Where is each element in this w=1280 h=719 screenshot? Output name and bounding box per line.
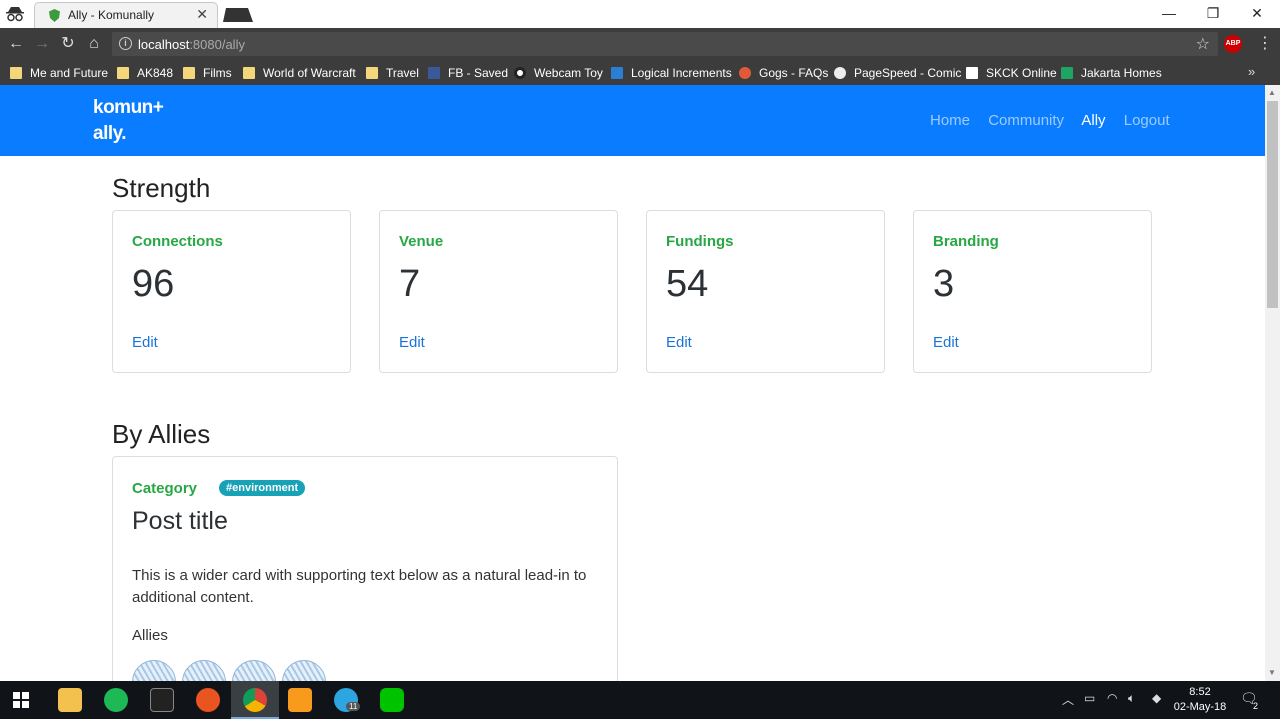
stat-value: 7 bbox=[399, 263, 421, 305]
bookmark-item[interactable]: Gogs - FAQs bbox=[739, 65, 828, 81]
stat-value: 3 bbox=[933, 263, 955, 305]
notification-count: 2 bbox=[1253, 701, 1259, 711]
bookmark-item[interactable]: Travel bbox=[366, 65, 419, 81]
stat-card-branding: Branding 3 Edit bbox=[913, 210, 1152, 373]
browser-tab-strip: Ally - Komunally ✕ — ❐ ✕ bbox=[0, 0, 1280, 28]
edit-link[interactable]: Edit bbox=[132, 334, 158, 351]
site-navbar: komun+ ally. Home Community Ally Logout bbox=[0, 85, 1265, 156]
stat-value: 54 bbox=[666, 263, 709, 305]
bookmark-item[interactable]: SKCK Online bbox=[966, 65, 1057, 81]
bookmark-item[interactable]: World of Warcraft bbox=[243, 65, 356, 81]
page-icon bbox=[966, 67, 978, 79]
scroll-down-icon[interactable]: ▼ bbox=[1268, 668, 1276, 677]
stat-card-fundings: Fundings 54 Edit bbox=[646, 210, 885, 373]
info-icon[interactable]: i bbox=[119, 37, 132, 50]
folder-icon bbox=[183, 67, 195, 79]
pagespeed-icon bbox=[834, 67, 846, 79]
folder-icon bbox=[10, 67, 22, 79]
nav-community[interactable]: Community bbox=[988, 112, 1064, 129]
edit-link[interactable]: Edit bbox=[666, 334, 692, 351]
spotify-icon[interactable] bbox=[104, 688, 128, 712]
bookmark-item[interactable]: PageSpeed - Comic bbox=[834, 65, 961, 81]
tab-title: Ally - Komunally bbox=[68, 8, 155, 22]
menu-kebab-icon[interactable]: ⋮ bbox=[1257, 33, 1273, 53]
file-explorer-icon[interactable] bbox=[58, 688, 82, 712]
scrollbar-thumb[interactable] bbox=[1267, 101, 1278, 308]
scroll-up-icon[interactable]: ▲ bbox=[1268, 88, 1276, 97]
post-tag-badge[interactable]: #environment bbox=[219, 480, 306, 496]
tab-ally-komunally[interactable]: Ally - Komunally ✕ bbox=[34, 2, 218, 28]
sheets-icon bbox=[1061, 67, 1073, 79]
strength-heading: Strength bbox=[112, 173, 211, 203]
browser-toolbar: ← → ↻ ⌂ i localhost:8080/ally ☆ ABP ⋮ bbox=[0, 28, 1280, 60]
gogs-icon bbox=[739, 67, 751, 79]
bookmark-star-icon[interactable]: ☆ bbox=[1196, 34, 1210, 54]
back-icon[interactable]: ← bbox=[6, 34, 26, 54]
post-title: Post title bbox=[132, 507, 228, 535]
sublime-text-icon[interactable] bbox=[288, 688, 312, 712]
bookmark-item[interactable]: Jakarta Homes bbox=[1061, 65, 1162, 81]
home-icon[interactable]: ⌂ bbox=[84, 34, 104, 54]
restore-icon[interactable]: ❐ bbox=[1190, 2, 1236, 24]
edit-link[interactable]: Edit bbox=[933, 334, 959, 351]
folder-icon bbox=[366, 67, 378, 79]
nav-ally[interactable]: Ally bbox=[1081, 112, 1105, 129]
incognito-icon bbox=[6, 7, 24, 22]
close-window-icon[interactable]: ✕ bbox=[1234, 2, 1280, 24]
minimize-icon[interactable]: — bbox=[1146, 2, 1192, 24]
battery-icon[interactable]: ▭ bbox=[1084, 691, 1095, 705]
edit-link[interactable]: Edit bbox=[399, 334, 425, 351]
url-text[interactable]: localhost:8080/ally bbox=[138, 37, 245, 52]
forward-icon[interactable]: → bbox=[32, 34, 52, 54]
facebook-icon bbox=[428, 67, 440, 79]
bookmark-item[interactable]: Webcam Toy bbox=[514, 65, 603, 81]
stat-label: Venue bbox=[399, 233, 444, 250]
webcam-icon bbox=[514, 67, 526, 79]
taskbar-clock[interactable]: 8:52 02-May-18 bbox=[1170, 685, 1230, 715]
bookmarks-bar: Me and Future AK848 Films World of Warcr… bbox=[0, 60, 1280, 85]
by-allies-heading: By Allies bbox=[112, 419, 211, 449]
folder-icon bbox=[243, 67, 255, 79]
nav-logout[interactable]: Logout bbox=[1124, 112, 1170, 129]
post-card: Category #environment Post title This is… bbox=[112, 456, 618, 704]
stat-label: Branding bbox=[933, 233, 999, 250]
nav-links: Home Community Ally Logout bbox=[930, 112, 1184, 129]
bookmark-item[interactable]: FB - Saved bbox=[428, 65, 508, 81]
adblock-icon[interactable]: ABP bbox=[1224, 35, 1242, 53]
chart-icon bbox=[611, 67, 623, 79]
address-bar[interactable]: i localhost:8080/ally ☆ bbox=[112, 32, 1218, 56]
bookmark-item[interactable]: Logical Increments bbox=[611, 65, 732, 81]
chrome-icon[interactable] bbox=[243, 688, 267, 712]
bookmark-item[interactable]: AK848 bbox=[117, 65, 173, 81]
post-text: This is a wider card with supporting tex… bbox=[132, 567, 587, 606]
ubuntu-icon[interactable] bbox=[196, 688, 220, 712]
allies-label: Allies bbox=[132, 627, 168, 644]
taskbar: 11 ︿ ▭ ◠ 🔈︎ ◆ 8:52 02-May-18 🗨︎ 2 bbox=[0, 681, 1280, 719]
tray-chevron-up-icon[interactable]: ︿ bbox=[1062, 691, 1074, 708]
stat-label: Fundings bbox=[666, 233, 734, 250]
bookmark-item[interactable]: Me and Future bbox=[10, 65, 108, 81]
stat-label: Connections bbox=[132, 233, 223, 250]
nav-home[interactable]: Home bbox=[930, 112, 970, 129]
stat-card-venue: Venue 7 Edit bbox=[379, 210, 618, 373]
tab-close-icon[interactable]: ✕ bbox=[196, 6, 208, 23]
post-category: Category bbox=[132, 480, 198, 497]
stat-value: 96 bbox=[132, 263, 175, 305]
brand-logo[interactable]: komun+ ally. bbox=[93, 95, 164, 147]
line-icon[interactable] bbox=[380, 688, 404, 712]
volume-icon[interactable]: 🔈︎ bbox=[1128, 691, 1135, 706]
dropbox-icon[interactable]: ◆ bbox=[1152, 691, 1161, 705]
windows-start-icon[interactable] bbox=[13, 692, 29, 708]
chevron-more-icon[interactable]: » bbox=[1248, 64, 1255, 79]
terminal-icon[interactable] bbox=[150, 688, 174, 712]
stat-card-connections: Connections 96 Edit bbox=[112, 210, 351, 373]
bookmark-item[interactable]: Films bbox=[183, 65, 232, 81]
wifi-icon[interactable]: ◠ bbox=[1107, 691, 1117, 705]
telegram-badge: 11 bbox=[346, 702, 361, 711]
new-tab-button[interactable] bbox=[222, 7, 254, 23]
shield-favicon-icon bbox=[49, 9, 60, 22]
reload-icon[interactable]: ↻ bbox=[58, 34, 78, 54]
folder-icon bbox=[117, 67, 129, 79]
